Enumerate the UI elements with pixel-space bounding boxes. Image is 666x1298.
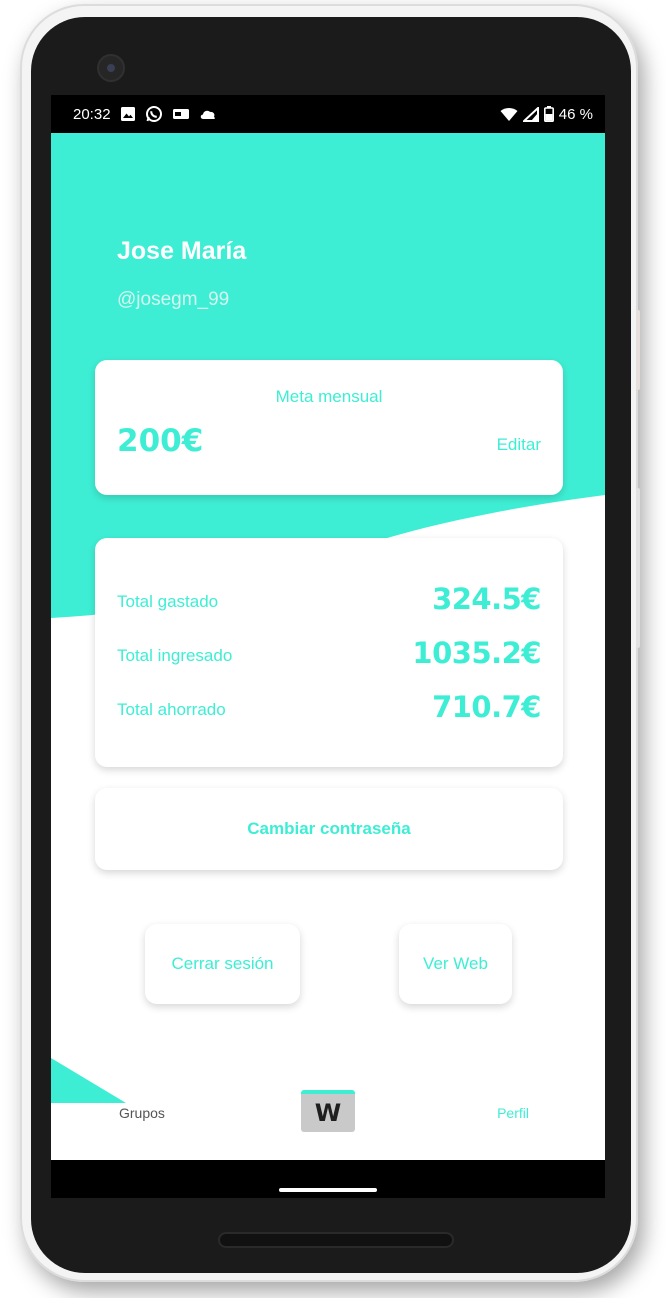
change-password-label: Cambiar contraseña: [247, 819, 411, 838]
total-saved-value: 710.7€: [432, 690, 541, 724]
monthly-goal-card: Meta mensual 200€ Editar: [95, 360, 563, 495]
system-gesture-bar: [51, 1160, 605, 1198]
profile-handle: @josegm_99: [117, 289, 230, 310]
image-icon: [120, 106, 136, 122]
edit-goal-button[interactable]: Editar: [497, 435, 541, 455]
change-password-button[interactable]: Cambiar contraseña: [95, 788, 563, 870]
totals-card: Total gastado 324.5€ Total ingresado 103…: [95, 538, 563, 767]
total-row-spent: Total gastado 324.5€: [117, 576, 541, 616]
cloud-icon: [199, 107, 217, 121]
total-income-value: 1035.2€: [412, 636, 541, 670]
volume-button: [636, 488, 640, 648]
nav-item-groups[interactable]: Grupos: [119, 1105, 165, 1121]
view-web-button[interactable]: Ver Web: [399, 924, 512, 1004]
total-spent-value: 324.5€: [432, 582, 541, 616]
logout-label: Cerrar sesión: [171, 954, 274, 973]
view-web-label: Ver Web: [423, 954, 488, 973]
app-screen: 20:32 46 % Jose María @josegm_99 Meta me…: [51, 95, 605, 1198]
nav-item-profile[interactable]: Perfil: [497, 1105, 529, 1121]
total-income-label: Total ingresado: [117, 646, 233, 665]
total-row-saved: Total ahorrado 710.7€: [117, 684, 541, 724]
speaker-grille: [218, 1232, 454, 1248]
whatsapp-icon: [145, 105, 163, 123]
card-icon: [172, 107, 190, 121]
nav-logo-home[interactable]: W: [301, 1090, 355, 1132]
goal-title: Meta mensual: [275, 387, 383, 406]
power-button: [636, 310, 640, 390]
total-spent-label: Total gastado: [117, 592, 219, 611]
status-bar: 20:32 46 %: [51, 95, 605, 133]
goal-amount: 200€: [117, 423, 204, 459]
battery-percentage: 46 %: [558, 105, 593, 123]
logout-button[interactable]: Cerrar sesión: [145, 924, 300, 1004]
total-row-income: Total ingresado 1035.2€: [117, 630, 541, 670]
status-time: 20:32: [73, 105, 111, 123]
bottom-navigation: Grupos W Perfil: [51, 1090, 605, 1160]
signal-icon: [522, 106, 539, 122]
front-camera: [97, 54, 125, 82]
home-indicator[interactable]: [279, 1188, 377, 1192]
wifi-icon: [500, 107, 518, 122]
profile-name: Jose María: [117, 237, 247, 265]
total-saved-label: Total ahorrado: [117, 700, 226, 719]
battery-icon: [543, 106, 554, 122]
